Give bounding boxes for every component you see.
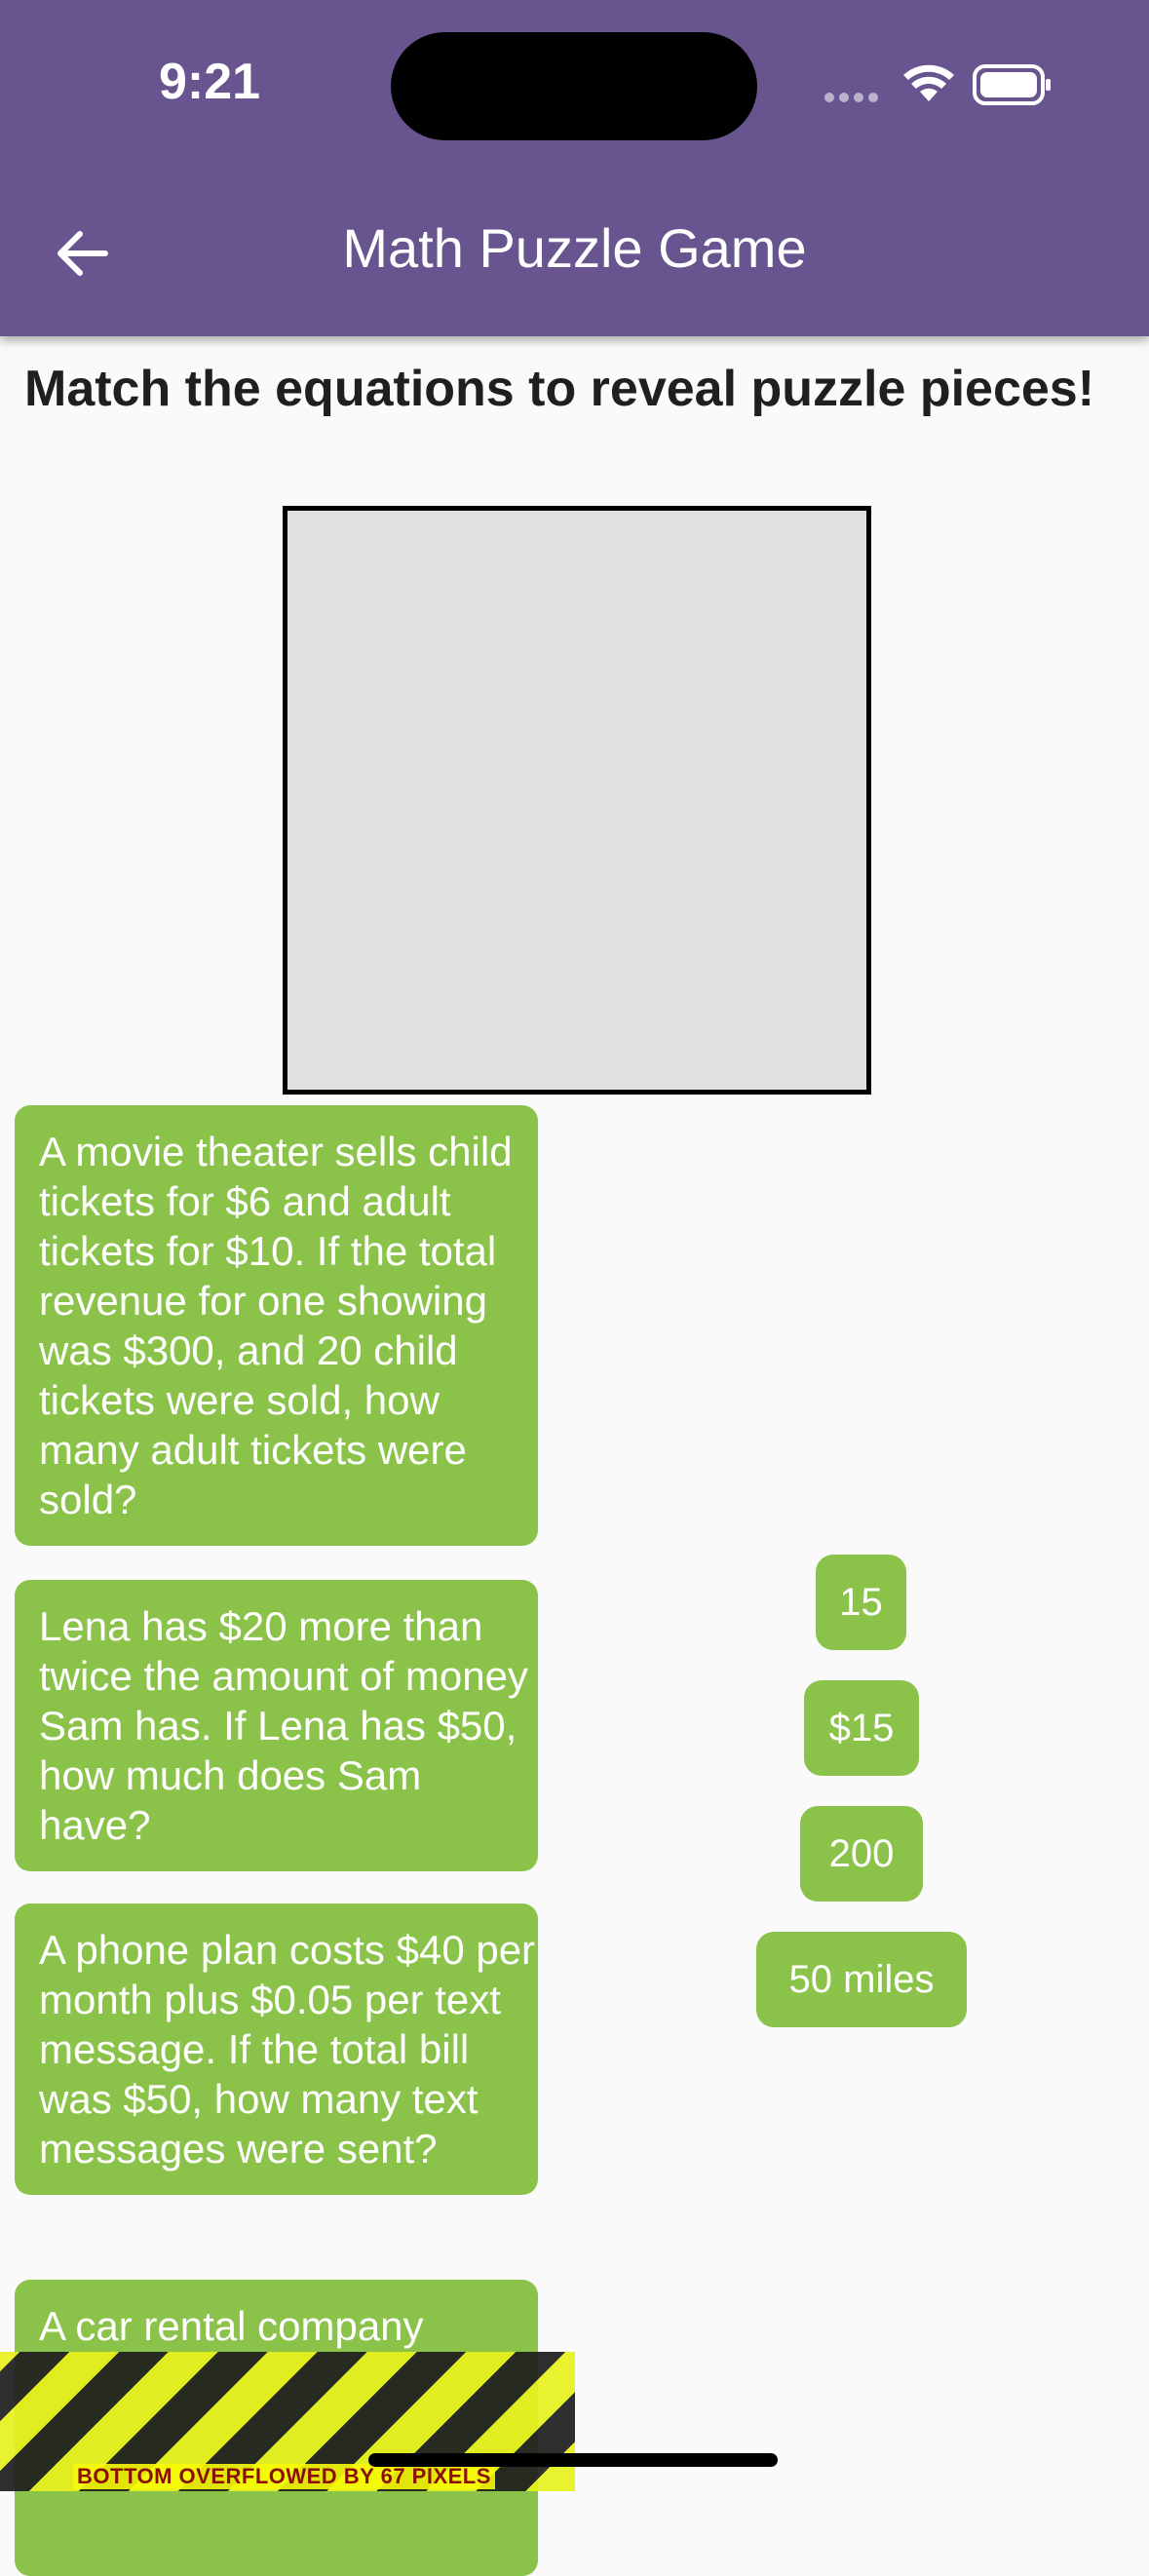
question-card[interactable]: A phone plan costs $40 per month plus $0…	[15, 1903, 538, 2195]
overflow-warning-stripes: BOTTOM OVERFLOWED BY 67 PIXELS	[0, 2352, 575, 2491]
app-bar: 9:21 Math Puzzle Game	[0, 0, 1149, 336]
answer-chip[interactable]: 15	[816, 1555, 906, 1650]
answer-chip[interactable]: 50 miles	[756, 1932, 967, 2027]
dynamic-island	[391, 32, 757, 140]
question-card[interactable]: A movie theater sells child tickets for …	[15, 1105, 538, 1546]
answer-chip[interactable]: 200	[800, 1806, 923, 1902]
page-title: Math Puzzle Game	[342, 217, 807, 279]
battery-icon	[973, 64, 1051, 105]
question-card[interactable]: Lena has $20 more than twice the amount …	[15, 1580, 538, 1871]
signal-icon	[824, 93, 878, 102]
answer-chip[interactable]: $15	[804, 1680, 919, 1776]
wifi-icon	[903, 64, 954, 101]
status-icons	[824, 64, 1051, 105]
status-time: 9:21	[159, 54, 261, 110]
puzzle-image-area	[283, 506, 871, 1095]
home-indicator	[368, 2453, 778, 2467]
instructions-heading: Match the equations to reveal puzzle pie…	[24, 361, 1095, 417]
overflow-warning-text: BOTTOM OVERFLOWED BY 67 PIXELS	[73, 2464, 495, 2489]
